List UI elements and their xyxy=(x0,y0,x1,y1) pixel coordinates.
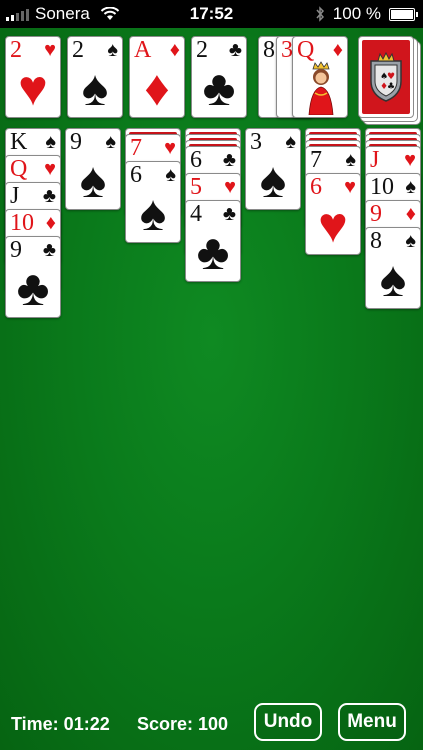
card-center-suit-icon: ♠ xyxy=(379,251,407,307)
queen-figure-icon xyxy=(308,61,334,115)
card-rank: 7 xyxy=(130,135,142,161)
card-center-suit-icon: ♠ xyxy=(139,185,167,241)
card-rank: 5 xyxy=(190,174,202,200)
menu-button[interactable]: Menu xyxy=(338,703,406,741)
card-center-suit-icon: ♣ xyxy=(16,260,50,316)
card-rank: 6 xyxy=(190,147,202,173)
undo-button[interactable]: Undo xyxy=(254,703,322,741)
playing-card[interactable]: 4 ♣ ♣ xyxy=(185,200,241,282)
card-suit-icon: ♣ xyxy=(42,239,56,261)
playing-card[interactable]: 8 ♠ ♠ xyxy=(365,227,421,309)
score-label: Score: 100 xyxy=(137,714,229,734)
card-suit-icon: ♠ xyxy=(45,131,56,153)
playing-card[interactable]: 6 ♥ ♥ xyxy=(305,173,361,255)
card-suit-icon: ♠ xyxy=(285,131,296,153)
battery-icon xyxy=(389,7,418,21)
card-rank: 10 xyxy=(370,174,394,200)
card-rank: J xyxy=(370,147,380,173)
card-center-suit-icon: ♠ xyxy=(79,152,107,208)
card-center-suit-icon: ♠ xyxy=(81,60,109,116)
card-suit-icon: ♥ xyxy=(44,158,56,180)
card-rank: 10 xyxy=(10,210,34,236)
card-suit-icon: ♠ xyxy=(105,131,116,153)
card-rank: 9 xyxy=(370,201,382,227)
card-rank: Q xyxy=(297,37,315,63)
playing-card[interactable]: 2 ♠ ♠ xyxy=(67,36,123,118)
playing-card[interactable]: Q ♦ xyxy=(292,36,348,118)
timer-label: Time: 01:22 xyxy=(11,714,110,734)
card-rank: K xyxy=(10,129,28,155)
status-bar: Sonera 17:52 100 % xyxy=(0,0,423,28)
card-center-suit-icon: ♣ xyxy=(196,224,230,280)
card-suit-icon: ♣ xyxy=(42,185,56,207)
card-suit-icon: ♣ xyxy=(222,203,236,225)
card-center-suit-icon: ♣ xyxy=(202,60,236,116)
card-suit-icon: ♣ xyxy=(222,149,236,171)
bluetooth-icon xyxy=(316,6,324,22)
playing-card[interactable]: 9 ♣ ♣ xyxy=(5,236,61,318)
card-suit-icon: ♣ xyxy=(228,39,242,61)
svg-text:♥: ♥ xyxy=(387,72,395,82)
playing-card[interactable]: 2 ♥ ♥ xyxy=(5,36,61,118)
status-right: 100 % xyxy=(315,4,418,24)
card-suit-icon: ♠ xyxy=(107,39,118,61)
card-suit-icon: ♠ xyxy=(405,230,416,252)
card-suit-icon: ♦ xyxy=(332,39,343,61)
battery-percent: 100 % xyxy=(332,4,381,23)
playing-card[interactable]: A ♦ ♦ xyxy=(129,36,185,118)
card-suit-icon: ♥ xyxy=(164,137,176,159)
playing-card[interactable]: 3 ♠ ♠ xyxy=(245,128,301,210)
card-suit-icon: ♠ xyxy=(345,149,356,171)
card-suit-icon: ♦ xyxy=(45,212,56,234)
card-suit-icon: ♥ xyxy=(404,149,416,171)
card-suit-icon: ♠ xyxy=(165,164,176,186)
bottom-bar: Time: 01:22 Score: 100 Undo Menu xyxy=(0,700,423,750)
card-rank: Q xyxy=(10,156,28,182)
card-suit-icon: ♥ xyxy=(224,176,236,198)
card-center-suit-icon: ♠ xyxy=(259,152,287,208)
card-suit-icon: ♠ xyxy=(405,176,416,198)
playing-card[interactable]: 2 ♣ ♣ xyxy=(191,36,247,118)
svg-text:♣: ♣ xyxy=(387,82,395,92)
stock-pile[interactable]: ♠ ♥ ♦ ♣ xyxy=(358,36,414,118)
playing-card[interactable]: 6 ♠ ♠ xyxy=(125,161,181,243)
card-rank: 8 xyxy=(263,37,275,63)
card-suit-icon: ♦ xyxy=(169,39,180,61)
card-center-suit-icon: ♥ xyxy=(18,60,48,116)
card-suit-icon: ♥ xyxy=(44,39,56,61)
card-center-suit-icon: ♦ xyxy=(144,60,170,116)
card-suit-icon: ♦ xyxy=(405,203,416,225)
card-rank: 7 xyxy=(310,147,322,173)
card-center-suit-icon: ♥ xyxy=(318,197,348,253)
card-suit-icon: ♥ xyxy=(344,176,356,198)
playing-card[interactable]: 9 ♠ ♠ xyxy=(65,128,121,210)
card-rank: J xyxy=(10,183,20,209)
shield-emblem-icon: ♠ ♥ ♦ ♣ xyxy=(370,51,402,102)
